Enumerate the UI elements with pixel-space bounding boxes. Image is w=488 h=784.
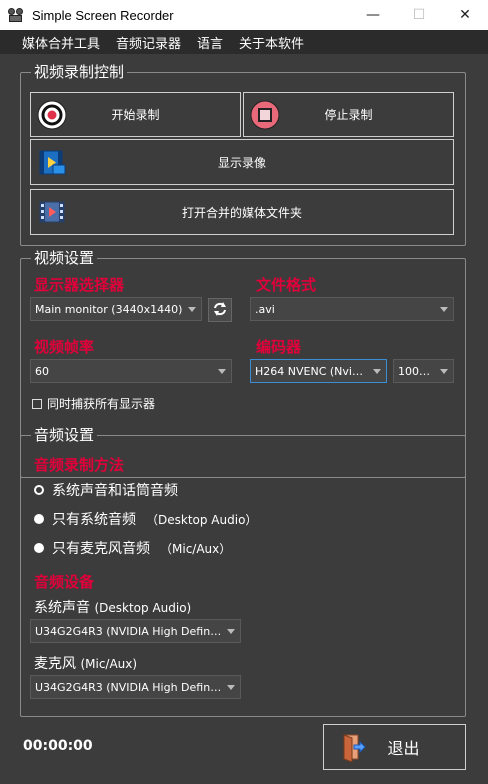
mic-label: 麦克风 (Mic/Aux) <box>34 653 137 673</box>
window-title: Simple Screen Recorder <box>32 7 174 23</box>
monitor-selector-label: 显示器选择器 <box>34 276 125 294</box>
mic-device-value: U34G2G4R3 (NVIDIA High Definition Audio) <box>35 680 222 694</box>
main-panel: 视频录制控制 开始录制 停止录制 显示录像 打开合并的媒体文件夹 视频设置 显示… <box>0 54 488 784</box>
refresh-monitors-button[interactable] <box>208 298 232 322</box>
encoder-label: 编码器 <box>256 338 302 356</box>
radio-system-and-mic[interactable]: 系统声音和话筒音频 <box>34 480 178 500</box>
chevron-down-icon <box>227 685 235 690</box>
open-merged-folder-button[interactable]: 打开合并的媒体文件夹 <box>30 189 454 235</box>
radio-system-and-mic-label: 系统声音和话筒音频 <box>52 483 178 499</box>
menu-audio-recorder[interactable]: 音频记录器 <box>108 33 189 52</box>
audio-device-label: 音频设备 <box>34 573 95 591</box>
stop-record-button[interactable]: 停止录制 <box>243 92 454 137</box>
bitrate-select[interactable]: 10000k <box>393 359 454 383</box>
refresh-icon <box>212 301 228 320</box>
capture-all-monitors-checkbox[interactable]: 同时捕获所有显示器 <box>32 395 155 412</box>
stop-record-label: 停止录制 <box>324 108 373 122</box>
exit-label: 退出 <box>387 739 420 758</box>
open-merged-folder-label: 打开合并的媒体文件夹 <box>181 205 302 220</box>
radio-system-only-sub: （Desktop Audio） <box>146 512 258 527</box>
frame-rate-select[interactable]: 60 <box>30 359 232 383</box>
system-sound-label: 系统声音 (Desktop Audio) <box>34 597 191 617</box>
monitor-select[interactable]: Main monitor (3440x1440) <box>30 297 202 321</box>
system-sound-label-text: 系统声音 <box>34 600 90 616</box>
chevron-down-icon <box>188 307 196 312</box>
maximize-button: ☐ <box>412 7 426 23</box>
encoder-value: H264 NVENC (Nvidia) <box>255 364 368 378</box>
menu-about[interactable]: 关于本软件 <box>231 33 312 52</box>
chevron-down-icon <box>440 307 448 312</box>
mic-label-text: 麦克风 <box>34 656 76 672</box>
system-device-select[interactable]: U34G2G4R3 (NVIDIA High Definition Audio) <box>30 619 241 643</box>
video-control-title: 视频录制控制 <box>31 62 128 82</box>
menu-bar: 媒体合并工具 音频记录器 语言 关于本软件 <box>0 30 488 54</box>
system-device-value: U34G2G4R3 (NVIDIA High Definition Audio) <box>35 624 222 638</box>
record-icon <box>37 100 67 130</box>
radio-system-only-label: 只有系统音频 <box>52 512 136 528</box>
mic-device-select[interactable]: U34G2G4R3 (NVIDIA High Definition Audio) <box>30 675 241 699</box>
file-format-select[interactable]: .avi <box>250 297 454 321</box>
system-sound-label-sub: (Desktop Audio) <box>94 601 192 615</box>
capture-all-monitors-label: 同时捕获所有显示器 <box>47 397 156 411</box>
chevron-down-icon <box>373 369 381 374</box>
radio-system-only[interactable]: 只有系统音频 （Desktop Audio） <box>34 509 257 529</box>
chevron-down-icon <box>440 369 448 374</box>
title-bar: Simple Screen Recorder — ☐ ✕ <box>0 0 488 30</box>
exit-button[interactable]: 退出 <box>323 724 466 770</box>
minimize-button[interactable]: — <box>350 0 396 30</box>
app-icon <box>8 7 24 23</box>
file-format-value: .avi <box>255 302 275 316</box>
show-recording-label: 显示录像 <box>217 155 266 170</box>
radio-mic-only-label: 只有麦克风音频 <box>52 541 150 557</box>
video-file-icon <box>37 147 67 177</box>
close-button[interactable]: ✕ <box>442 0 488 30</box>
menu-media-merge[interactable]: 媒体合并工具 <box>14 33 108 52</box>
encoder-select[interactable]: H264 NVENC (Nvidia) <box>250 359 387 383</box>
start-record-label: 开始录制 <box>111 108 160 122</box>
menu-language[interactable]: 语言 <box>189 33 231 52</box>
mic-label-sub: (Mic/Aux) <box>80 657 138 671</box>
audio-settings-title: 音频设置 <box>31 425 98 445</box>
film-strip-icon <box>37 197 67 227</box>
elapsed-time: 00:00:00 <box>23 738 93 754</box>
monitor-select-value: Main monitor (3440x1440) <box>35 302 183 316</box>
radio-mic-only[interactable]: 只有麦克风音频 （Mic/Aux） <box>34 538 231 558</box>
video-settings-title: 视频设置 <box>31 248 98 268</box>
checkbox-box <box>32 398 42 409</box>
frame-rate-value: 60 <box>35 364 49 378</box>
chevron-down-icon <box>218 369 226 374</box>
bitrate-value: 10000k <box>398 364 435 378</box>
radio-indicator <box>34 485 44 495</box>
file-format-label: 文件格式 <box>256 276 317 294</box>
radio-mic-only-sub: （Mic/Aux） <box>160 541 232 556</box>
chevron-down-icon <box>227 629 235 634</box>
frame-rate-label: 视频帧率 <box>34 338 95 356</box>
radio-indicator <box>34 543 44 553</box>
stop-icon <box>250 100 280 130</box>
radio-indicator <box>34 514 44 524</box>
exit-door-icon <box>336 732 366 763</box>
start-record-button[interactable]: 开始录制 <box>30 92 241 137</box>
audio-method-label: 音频录制方法 <box>34 456 125 474</box>
show-recording-button[interactable]: 显示录像 <box>30 139 454 185</box>
